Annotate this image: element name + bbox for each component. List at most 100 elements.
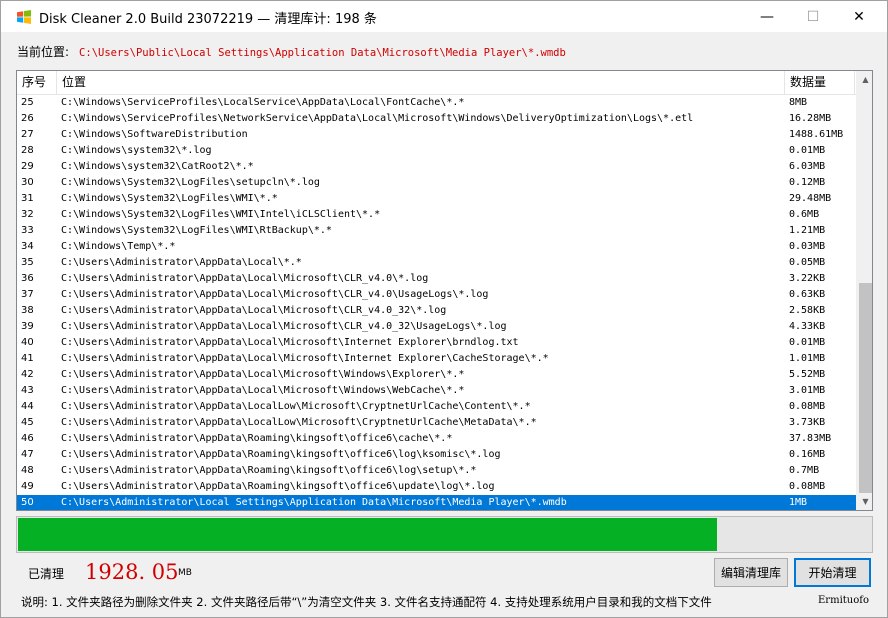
cell-size: 16.28MB [789, 113, 832, 124]
title-bar[interactable]: Disk Cleaner 2.0 Build 23072219 — 清理库计: … [1, 1, 887, 32]
cell-loc: C:\Windows\ServiceProfiles\NetworkServic… [61, 113, 694, 124]
cell-loc: C:\Windows\System32\LogFiles\WMI\*.* [61, 193, 278, 204]
table-row[interactable]: 26 C:\Windows\ServiceProfiles\NetworkServ… [17, 111, 856, 127]
cell-no: 49 [21, 481, 34, 492]
table-row[interactable]: 35 C:\Users\Administrator\AppData\Local\*… [17, 255, 856, 271]
cell-no: 44 [21, 401, 34, 412]
vertical-scrollbar[interactable]: ▲ ▼ [856, 71, 872, 510]
table-row[interactable]: 39 C:\Users\Administrator\AppData\Local\M… [17, 319, 856, 335]
table-row[interactable]: 32 C:\Windows\System32\LogFiles\WMI\Intel… [17, 207, 856, 223]
table-row[interactable]: 38 C:\Users\Administrator\AppData\Local\M… [17, 303, 856, 319]
maximize-icon: ☐ [806, 8, 820, 25]
cell-loc: C:\Users\Administrator\AppData\Roaming\k… [61, 481, 495, 492]
cell-size: 2.58KB [789, 305, 826, 316]
list-header: 序号 位置 数据量 [17, 71, 856, 95]
cell-loc: C:\Users\Administrator\AppData\Local\*.* [61, 257, 302, 268]
start-clean-button[interactable]: 开始清理 [794, 558, 871, 587]
table-row[interactable]: 50 C:\Users\Administrator\Local Settings\… [17, 495, 856, 510]
close-button[interactable]: ✕ [836, 1, 882, 32]
cell-size: 0.12MB [789, 177, 826, 188]
table-row[interactable]: 40 C:\Users\Administrator\AppData\Local\M… [17, 335, 856, 351]
app-window: Disk Cleaner 2.0 Build 23072219 — 清理库计: … [0, 0, 888, 618]
table-row[interactable]: 49 C:\Users\Administrator\AppData\Roaming… [17, 479, 856, 495]
cell-loc: C:\Users\Administrator\AppData\Local\Mic… [61, 305, 447, 316]
cell-size: 3.73KB [789, 417, 826, 428]
cell-size: 4.33KB [789, 321, 826, 332]
column-header-size[interactable]: 数据量 [785, 71, 855, 94]
cell-loc: C:\Users\Administrator\AppData\Local\Mic… [61, 337, 519, 348]
cell-size: 5.52MB [789, 369, 826, 380]
column-header-no[interactable]: 序号 [17, 71, 57, 94]
instructions-text: 说明: 1. 文件夹路径为删除文件夹 2. 文件夹路径后带“\”为清空文件夹 3… [21, 595, 712, 609]
current-path-value: C:\Users\Public\Local Settings\Applicati… [79, 47, 566, 59]
table-row[interactable]: 30 C:\Windows\System32\LogFiles\setupcln\… [17, 175, 856, 191]
scroll-up-arrow-icon[interactable]: ▲ [857, 71, 872, 88]
cell-size: 0.01MB [789, 145, 826, 156]
table-row[interactable]: 28 C:\Windows\system32\*.log 0.01MB [17, 143, 856, 159]
table-row[interactable]: 25 C:\Windows\ServiceProfiles\LocalServic… [17, 95, 856, 111]
table-row[interactable]: 44 C:\Users\Administrator\AppData\LocalLo… [17, 399, 856, 415]
list-rows: 25 C:\Windows\ServiceProfiles\LocalServic… [17, 95, 856, 510]
table-row[interactable]: 36 C:\Users\Administrator\AppData\Local\M… [17, 271, 856, 287]
table-row[interactable]: 42 C:\Users\Administrator\AppData\Local\M… [17, 367, 856, 383]
minimize-button[interactable]: — [744, 1, 790, 32]
table-row[interactable]: 43 C:\Users\Administrator\AppData\Local\M… [17, 383, 856, 399]
cell-no: 27 [21, 129, 34, 140]
table-row[interactable]: 41 C:\Users\Administrator\AppData\Local\M… [17, 351, 856, 367]
cell-no: 36 [21, 273, 34, 284]
cell-loc: C:\Windows\system32\*.log [61, 145, 212, 156]
table-row[interactable]: 33 C:\Windows\System32\LogFiles\WMI\RtBac… [17, 223, 856, 239]
cell-size: 0.03MB [789, 241, 826, 252]
author-label: Ermituofo [818, 595, 869, 606]
cell-size: 0.08MB [789, 481, 826, 492]
cell-size: 0.6MB [789, 209, 820, 220]
table-row[interactable]: 45 C:\Users\Administrator\AppData\LocalLo… [17, 415, 856, 431]
cell-no: 26 [21, 113, 34, 124]
table-row[interactable]: 48 C:\Users\Administrator\AppData\Roaming… [17, 463, 856, 479]
window-title: Disk Cleaner 2.0 Build 23072219 — 清理库计: … [39, 12, 377, 27]
cell-size: 0.01MB [789, 337, 826, 348]
scroll-down-arrow-icon[interactable]: ▼ [857, 493, 872, 510]
cell-size: 0.63KB [789, 289, 826, 300]
cell-no: 39 [21, 321, 34, 332]
table-row[interactable]: 29 C:\Windows\system32\CatRoot2\*.* 6.03MB [17, 159, 856, 175]
table-row[interactable]: 47 C:\Users\Administrator\AppData\Roaming… [17, 447, 856, 463]
cell-loc: C:\Users\Administrator\AppData\Roaming\k… [61, 433, 453, 444]
cell-loc: C:\Windows\SoftwareDistribution [61, 129, 248, 140]
cell-size: 0.7MB [789, 465, 820, 476]
cell-no: 43 [21, 385, 34, 396]
cell-no: 30 [21, 177, 34, 188]
cell-loc: C:\Windows\ServiceProfiles\LocalService\… [61, 97, 465, 108]
table-row[interactable]: 34 C:\Windows\Temp\*.* 0.03MB [17, 239, 856, 255]
maximize-button[interactable]: ☐ [790, 1, 836, 32]
table-row[interactable]: 46 C:\Users\Administrator\AppData\Roaming… [17, 431, 856, 447]
cell-no: 34 [21, 241, 34, 252]
cell-size: 29.48MB [789, 193, 832, 204]
clean-list[interactable]: 序号 位置 数据量 25 C:\Windows\ServiceProfiles\L… [16, 70, 873, 511]
cell-size: 0.05MB [789, 257, 826, 268]
cell-no: 47 [21, 449, 34, 460]
cell-no: 25 [21, 97, 34, 108]
cell-loc: C:\Users\Administrator\AppData\Local\Mic… [61, 289, 489, 300]
cell-no: 32 [21, 209, 34, 220]
table-row[interactable]: 37 C:\Users\Administrator\AppData\Local\M… [17, 287, 856, 303]
cell-loc: C:\Users\Administrator\AppData\Local\Mic… [61, 273, 429, 284]
cell-loc: C:\Users\Administrator\AppData\Local\Mic… [61, 321, 507, 332]
edit-library-button[interactable]: 编辑清理库 [714, 558, 788, 587]
cell-loc: C:\Users\Administrator\AppData\Local\Mic… [61, 369, 465, 380]
cell-size: 6.03MB [789, 161, 826, 172]
cell-no: 31 [21, 193, 34, 204]
cell-no: 38 [21, 305, 34, 316]
column-header-location[interactable]: 位置 [57, 71, 785, 94]
scrollbar-thumb[interactable] [859, 283, 872, 493]
table-row[interactable]: 31 C:\Windows\System32\LogFiles\WMI\*.* 29… [17, 191, 856, 207]
cell-loc: C:\Users\Administrator\AppData\Local\Mic… [61, 385, 465, 396]
cell-no: 29 [21, 161, 34, 172]
cell-size: 0.16MB [789, 449, 826, 460]
cell-loc: C:\Users\Administrator\AppData\LocalLow\… [61, 401, 531, 412]
cell-size: 37.83MB [789, 433, 832, 444]
cell-loc: C:\Windows\System32\LogFiles\setupcln\*.… [61, 177, 320, 188]
table-row[interactable]: 27 C:\Windows\SoftwareDistribution 1488.61… [17, 127, 856, 143]
cell-no: 50 [21, 497, 34, 508]
cell-size: 1.21MB [789, 225, 826, 236]
